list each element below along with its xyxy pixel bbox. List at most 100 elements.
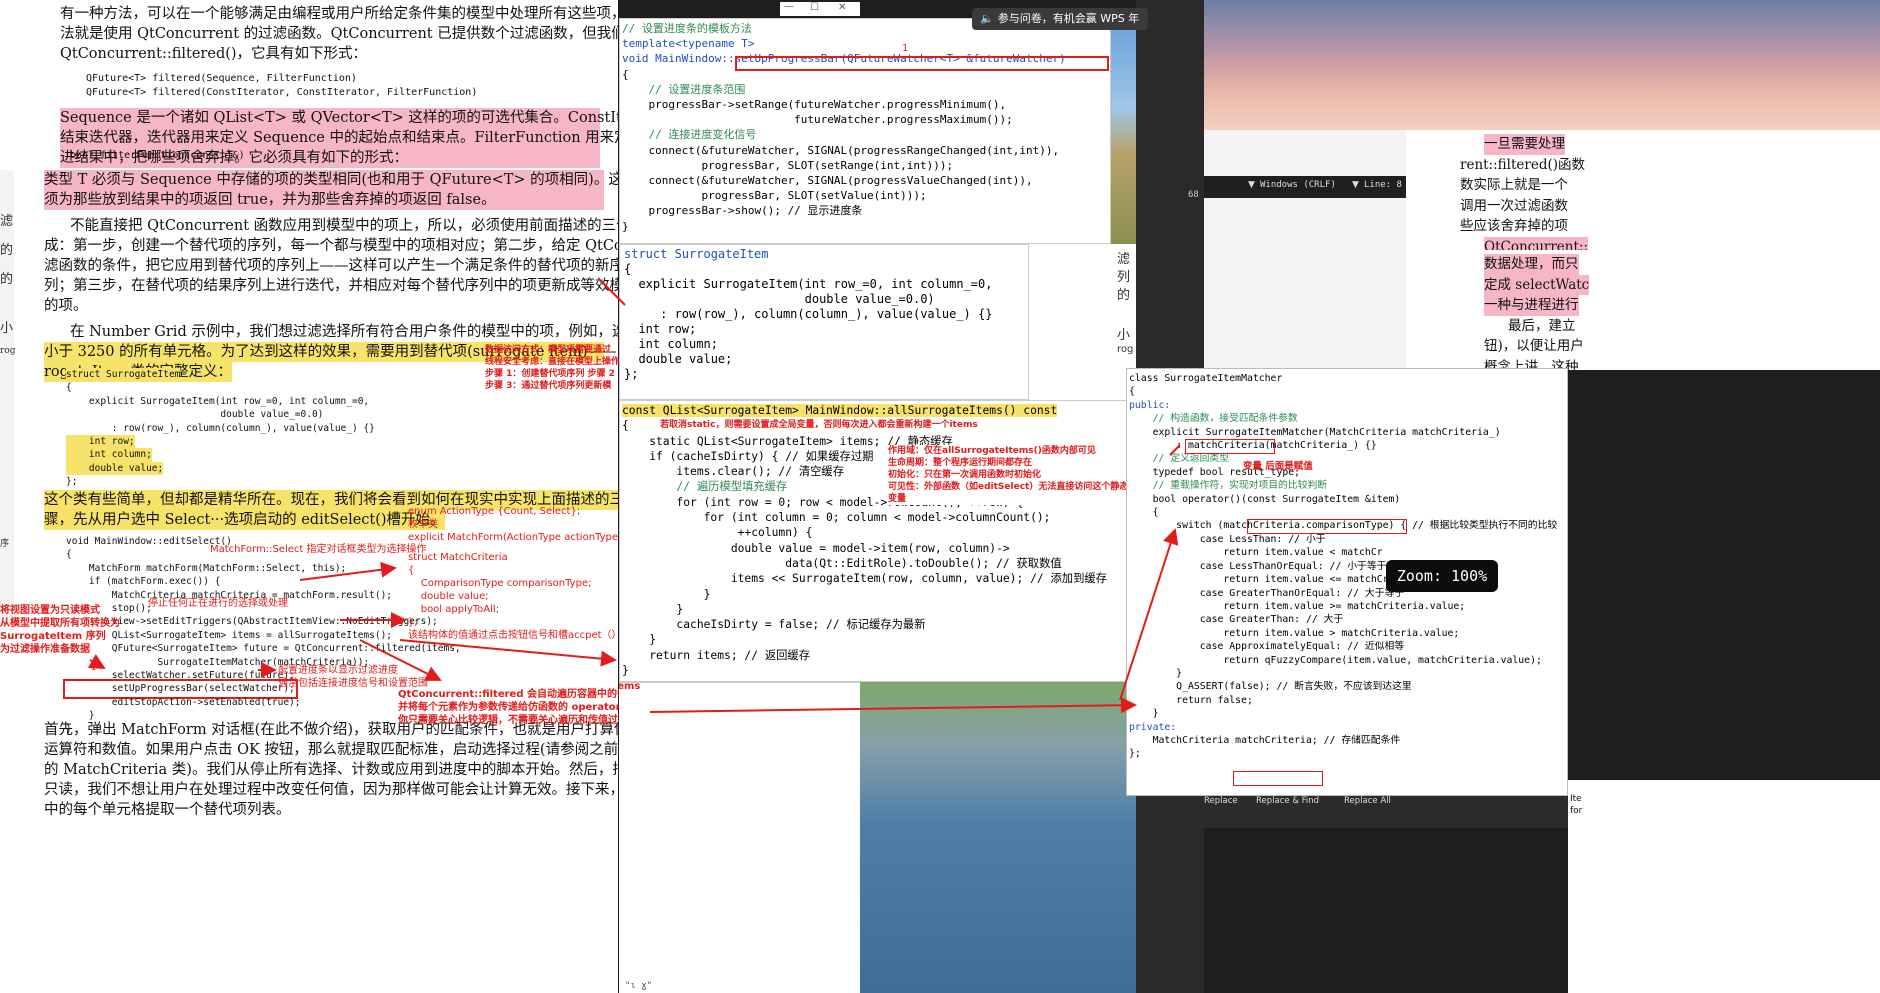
code-line: int column; <box>66 448 152 462</box>
code-line: return qFuzzyCompare(item.value, matchCr… <box>1129 654 1542 666</box>
code-line: case LessThanOrEqual: // 小于等于 <box>1129 560 1387 572</box>
doc-line: 不能直接把 QtConcurrent 函数应用到模型中的项上，所以，必须使用前面… <box>70 218 618 234</box>
annotation-line: explicit MatchForm(ActionType actionType… <box>408 532 622 543</box>
doc-line: Sequence 是一个诸如 QList<T> 或 QVector<T> 这样的… <box>60 110 618 126</box>
right-bottom-doc: Ite for <box>1568 780 1880 993</box>
wps-notification[interactable]: 🔈 参与问卷，有机会赢 WPS 年卡! <box>972 8 1148 47</box>
code-line: }; <box>1129 748 1141 760</box>
code-line: if (matchForm.exec()) { <box>66 576 221 588</box>
doc-line: 的 MatchCriteria 类)。我们从停止所有选择、计数或应用到进度中的脚… <box>44 762 618 778</box>
annotation-struct-criteria: struct MatchCriteria { ComparisonType co… <box>408 551 591 629</box>
close-icon[interactable]: ✕ <box>838 2 846 13</box>
side-char: rog <box>0 346 16 356</box>
annotation-progress: 配置进度条以显示过滤进度 通常包括连接进度信号和设置范围 <box>278 664 428 690</box>
redbox-item-param <box>1247 519 1407 534</box>
annotation-line: 生命周期：整个程序运行期间都存在 <box>888 458 1033 468</box>
code-line: case LessThan: // 小于 <box>1129 533 1326 545</box>
minimize-icon[interactable]: — <box>784 1 794 12</box>
annotation-line: double value; <box>408 591 489 602</box>
replace-all-button[interactable]: Replace All <box>1344 796 1391 806</box>
doc-line: 最后，建立 <box>1508 317 1576 334</box>
annotation-line: 将视图设置为只读模式 <box>0 605 100 616</box>
doc-line: rent::filtered()函数 <box>1460 156 1586 173</box>
annotation-struct-note: 该结构体的值通过点击按钮信号和槽accpet（）填 <box>408 630 632 641</box>
all-items-signature: const QList<SurrogateItem> MainWindow::a… <box>622 404 1058 417</box>
dropdown-arrow-icon[interactable]: ▼ <box>1248 180 1255 190</box>
side-char: 的 <box>1117 288 1131 303</box>
side-char: 滤 <box>0 214 14 229</box>
side-char: 序 <box>0 539 10 549</box>
encoding-label[interactable]: Windows (CRLF) <box>1260 180 1336 190</box>
struct-code-block: struct SurrogateItem { explicit Surrogat… <box>66 368 375 489</box>
annotation-line: 可见性：外部函数（如editSelect）无法直接访问这个静态 <box>888 482 1129 492</box>
find-replace-bar: Replace Replace & Find Replace All <box>1196 796 1568 828</box>
code-line: ++column) { <box>622 526 813 540</box>
code-line: data(Qt::EditRole).toDouble(); // 获取数值 <box>622 556 1062 570</box>
code-line: typedef bool result_type; <box>1129 466 1301 478</box>
bottom-strip-doc: 这里是遍历items "ɩ ɣ" <box>619 682 860 993</box>
code-line: connect(&futureWatcher, SIGNAL(progressR… <box>622 143 1060 157</box>
code-line: double value_=0.0) <box>66 409 324 421</box>
code-line: QFuture<SurrogateItem> future = QtConcur… <box>66 643 461 655</box>
code-line: return items; // 返回缓存 <box>622 648 811 662</box>
code-line: case GreaterThanOrEqual: // 大于等于 <box>1129 587 1405 599</box>
code-line: Q_ASSERT(false); // 断言失败，不应该到达这里 <box>1129 681 1412 693</box>
doc-line: 在 Number Grid 示例中，我们想过滤选择所有符合用户条件的模型中的项，… <box>70 324 618 340</box>
code-line: private: <box>1129 721 1177 733</box>
editor-number: 68 <box>1188 190 1199 200</box>
code-line: // 连接进度变化信号 <box>622 128 757 142</box>
left-side-strip: 滤 的 的 小 rog 序 <box>0 170 16 630</box>
side-char: rog <box>1117 344 1134 355</box>
code-line: } <box>1129 708 1159 720</box>
code-line: double value_=0.0) <box>624 292 935 306</box>
annotation-enum: enum ActionType {Count, Select}; 枚举类 exp… <box>408 505 621 544</box>
code-line: double value; <box>66 461 164 476</box>
code-line: { <box>1129 507 1159 519</box>
editor-statusbar: ▼ Windows (CRLF) ▼ Line: 8 <box>1204 176 1412 198</box>
doc-line: 钮)，以便让用户 <box>1484 338 1584 354</box>
maximize-icon[interactable]: ☐ <box>810 2 819 13</box>
doc-line: 运算符和数值。如果用户点击 OK 按钮，那么就提取匹配标准，启动选择过程(请参阅… <box>44 742 618 758</box>
doc-line: 中的每个单元格提取一个替代项列表。 <box>44 802 291 818</box>
doc-line: 数实际上就是一个 <box>1460 177 1568 193</box>
zoom-indicator: Zoom: 100% <box>1386 560 1498 592</box>
code-line: return item.value <= matchCriteria.value… <box>1129 574 1466 586</box>
annotation-readonly: 将视图设置为只读模式 从模型中提取所有项转换为 SurrogateItem 序列… <box>0 604 120 656</box>
doc-line: 一旦需要处理 <box>1484 134 1565 155</box>
code-line: progressBar, SLOT(setValue(int))); <box>622 189 927 203</box>
code-panel-matcher: class SurrogateItemMatcher { public: // … <box>1126 368 1568 796</box>
signature-line: QFuture<T> filtered(ConstIterator, Const… <box>86 87 478 98</box>
annotation-stop: 停止任何正在进行的选择或处理 <box>148 598 288 609</box>
redbox-member <box>1233 771 1323 786</box>
doc-line: 调用一次过滤函数 <box>1460 197 1568 214</box>
code-line: struct SurrogateItem <box>624 247 769 261</box>
annotation-line: 枚举类 <box>408 519 438 530</box>
code-line: } <box>622 219 629 233</box>
doc-line: 法就是使用 QtConcurrent 的过滤函数。QtConcurrent 已提… <box>60 26 618 42</box>
annotation-line: 配置进度条以显示过滤进度 <box>278 665 398 676</box>
middle-book-strip: 滤 列 的 小 rog <box>1029 244 1137 400</box>
annotation-line: 线程安全考虑：直接在模型上操作 <box>485 357 621 367</box>
doc-line: 成：第一步，创建一个替代项的序列，每一个都与模型中的项相对应；第二步，给定 Qt… <box>44 238 618 254</box>
code-line: class SurrogateItemMatcher <box>1129 373 1283 384</box>
side-char: 小 <box>1117 328 1131 343</box>
doc-line: 类型 T 必须与 Sequence 中存储的项的类型相同(也和用于 QFutur… <box>44 172 618 188</box>
annotation-line: enum ActionType {Count, Select}; <box>408 506 581 517</box>
replace-button[interactable]: Replace <box>1204 796 1238 806</box>
code-line: int row; <box>624 322 697 336</box>
side-char: 列 <box>1117 270 1131 285</box>
annotation-static: 若取消static，则需要设置成全局变量，否则每次进入都会重新构建一个items <box>660 420 978 430</box>
replace-find-button[interactable]: Replace & Find <box>1256 796 1319 806</box>
dropdown-arrow-icon[interactable]: ▼ <box>1352 180 1359 190</box>
doc-line: 有一种方法，可以在一个能够满足由编程或用户所给定条件集的模型中处理所有这些项，这 <box>60 6 618 22</box>
annotation-line: SurrogateItem 序列 <box>0 631 106 642</box>
annotation-matchform: MatchForm::Select 指定对话框类型为选择操作 <box>210 544 427 555</box>
annotation-line: 从模型中提取所有项转换为 <box>0 618 120 629</box>
doc-line: 数据处理，而只 <box>1484 254 1579 275</box>
annotation-line: 步骤 1：创建替代项序列 步骤 2 <box>485 369 615 379</box>
doc-line: 的项。 <box>44 298 88 314</box>
signature-line: QFuture<T> filtered(Sequence, FilterFunc… <box>86 73 357 84</box>
speaker-icon: 🔈 <box>980 12 994 25</box>
code-line: const QList<SurrogateItem> MainWindow::a… <box>622 403 1132 418</box>
code-line: public: <box>1129 399 1171 411</box>
